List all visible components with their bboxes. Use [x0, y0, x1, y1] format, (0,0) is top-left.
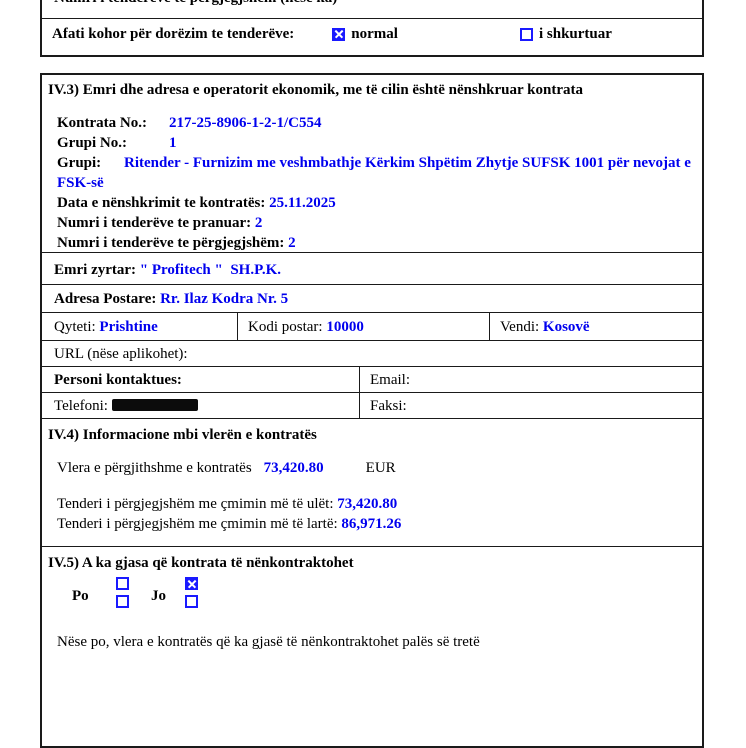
url-row: URL (nëse aplikohet): [42, 340, 702, 366]
official-name-label: Emri zyrtar: [54, 262, 136, 278]
section-iv5: IV.5) A ka gjasa që kontrata të nënkontr… [42, 546, 702, 746]
field-value: 1 [169, 135, 177, 151]
clipped-top-row: Numri i tenderëve te përgjegjshëm (nëse … [42, 0, 702, 19]
option-shortened-label: i shkurtuar [539, 24, 612, 44]
field-label: Numri i tenderëve te pranuar: [57, 215, 251, 231]
field-label: Grupi: [57, 153, 124, 173]
section-iv5-title: IV.5) A ka gjasa që kontrata të nënkontr… [48, 553, 696, 573]
field-responsive-tenders: Numri i tenderëve te përgjegjshëm: 2 [57, 233, 696, 253]
postcode-value: 10000 [326, 319, 364, 335]
field-contract-no: Kontrata No.:217-25-8906-1-2-1/C554 [57, 113, 696, 133]
field-signing-date: Data e nënshkrimit te kontratës: 25.11.2… [57, 193, 696, 213]
phone-cell: Telefoni: [42, 393, 360, 418]
field-group: Grupi:Ritender - Furnizim me veshmbathje… [57, 153, 696, 193]
url-label: URL (nëse aplikohet): [54, 346, 188, 362]
section-iv4: IV.4) Informacione mbi vlerën e kontratë… [42, 418, 702, 546]
country-label: Vendi: [500, 319, 539, 335]
official-name-value: " Profitech " SH.P.K. [140, 262, 281, 278]
document-page: Numri i tenderëve te përgjegjshëm (nëse … [40, 0, 704, 748]
field-value: 2 [288, 235, 296, 251]
clipped-top-text: Numri i tenderëve te përgjegjshëm (nëse … [42, 0, 702, 8]
city-label: Qyteti: [54, 319, 96, 335]
postal-address-value: Rr. Ilaz Kodra Nr. 5 [160, 291, 288, 307]
total-value: 73,420.80 [264, 460, 324, 476]
country-value: Kosovë [543, 319, 590, 335]
section-iv3-title: IV.3) Emri dhe adresa e operatorit ekono… [48, 80, 696, 100]
section-iv3: IV.3) Emri dhe adresa e operatorit ekono… [42, 75, 702, 252]
field-label: Grupi No.: [57, 133, 169, 153]
contract-fields: Kontrata No.:217-25-8906-1-2-1/C554 Grup… [48, 113, 696, 253]
checkbox-jo-bottom[interactable] [185, 595, 198, 608]
checkbox-po-top[interactable] [116, 577, 129, 590]
lowest-tender-value: 73,420.80 [337, 496, 397, 512]
po-checkboxes [116, 577, 129, 608]
total-value-line: Vlera e përgjithshme e kontratës 73,420.8… [48, 458, 696, 478]
postcode-label: Kodi postar: [248, 319, 323, 335]
city-cell: Qyteti: Prishtine [42, 313, 238, 340]
postcode-cell: Kodi postar: 10000 [238, 313, 490, 340]
tender-price-lines: Tenderi i përgjegjshëm me çmimin më të u… [48, 494, 696, 534]
phone-label: Telefoni: [54, 398, 108, 414]
city-row: Qyteti: Prishtine Kodi postar: 10000 Ven… [42, 312, 702, 340]
official-name-row: Emri zyrtar: " Profitech " SH.P.K. [42, 252, 702, 284]
checkbox-normal[interactable] [332, 28, 345, 41]
field-value: 217-25-8906-1-2-1/C554 [169, 115, 321, 131]
option-normal-label: normal [351, 24, 398, 44]
option-po-label: Po [72, 580, 116, 606]
lowest-tender-label: Tenderi i përgjegjshëm me çmimin më të u… [57, 496, 334, 512]
jo-checkboxes [185, 577, 198, 608]
fax-label: Faksi: [370, 398, 407, 414]
deadline-row: Afati kohor për dorëzim te tenderëve: no… [42, 19, 702, 55]
highest-tender-label: Tenderi i përgjegjshëm me çmimin më të l… [57, 516, 338, 532]
city-value: Prishtine [99, 319, 157, 335]
tender-deadline-table: Numri i tenderëve te përgjegjshëm (nëse … [40, 0, 704, 57]
checkbox-shortened[interactable] [520, 28, 533, 41]
postal-address-label: Adresa Postare: [54, 291, 156, 307]
total-value-label: Vlera e përgjithshme e kontratës [57, 460, 252, 476]
currency-label: EUR [366, 460, 396, 476]
option-shortened: i shkurtuar [520, 24, 612, 44]
contact-row: Personi kontaktues: Email: [42, 366, 702, 392]
country-cell: Vendi: Kosovë [490, 313, 702, 340]
contact-person-cell: Personi kontaktues: [42, 367, 360, 392]
deadline-label: Afati kohor për dorëzim te tenderëve: [52, 24, 294, 44]
field-tenders-received: Numri i tenderëve te pranuar: 2 [57, 213, 696, 233]
fax-cell: Faksi: [360, 393, 702, 418]
field-value: 25.11.2025 [269, 195, 336, 211]
contract-award-table: IV.3) Emri dhe adresa e operatorit ekono… [40, 73, 704, 748]
field-label: Numri i tenderëve te përgjegjshëm: [57, 235, 284, 251]
redacted-phone-number [112, 399, 198, 411]
highest-tender-line: Tenderi i përgjegjshëm me çmimin më të l… [57, 514, 696, 534]
field-label: Data e nënshkrimit te kontratës: [57, 195, 265, 211]
section-iv4-title: IV.4) Informacione mbi vlerën e kontratë… [48, 425, 696, 445]
email-label: Email: [370, 372, 410, 388]
contact-person-label: Personi kontaktues: [54, 372, 182, 388]
field-label: Kontrata No.: [57, 113, 169, 133]
option-jo-label: Jo [151, 580, 185, 606]
checkbox-jo-top[interactable] [185, 577, 198, 590]
option-normal: normal [332, 24, 398, 44]
highest-tender-value: 86,971.26 [341, 516, 401, 532]
subcontract-options: Po Jo [48, 577, 696, 608]
field-value: 2 [255, 215, 263, 231]
field-value: Ritender - Furnizim me veshmbathje Kërki… [57, 155, 691, 191]
lowest-tender-line: Tenderi i përgjegjshëm me çmimin më të u… [57, 494, 696, 514]
field-group-no: Grupi No.:1 [57, 133, 696, 153]
phone-row: Telefoni: Faksi: [42, 392, 702, 418]
checkbox-po-bottom[interactable] [116, 595, 129, 608]
postal-address-row: Adresa Postare: Rr. Ilaz Kodra Nr. 5 [42, 284, 702, 312]
email-cell: Email: [360, 367, 702, 392]
clipped-bottom-text: Nëse po, vlera e kontratës që ka gjasë t… [48, 632, 696, 652]
